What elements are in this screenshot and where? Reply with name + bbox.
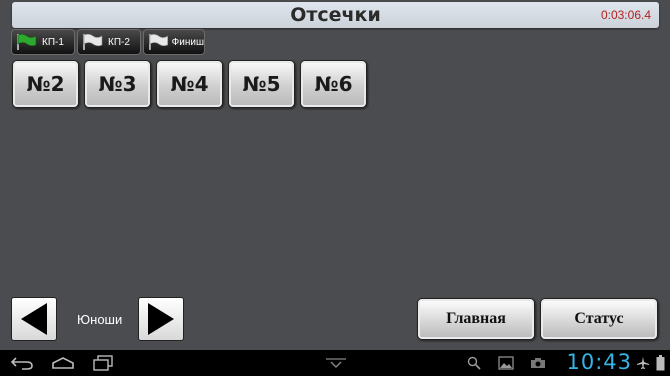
checkpoint-tab-kp2[interactable]: КП-2 xyxy=(77,29,141,55)
participant-button-6[interactable]: №6 xyxy=(300,60,367,108)
next-group-button[interactable] xyxy=(138,297,184,341)
gallery-icon xyxy=(498,356,514,370)
participant-button-4[interactable]: №4 xyxy=(156,60,223,108)
checkpoint-tab-label: КП-1 xyxy=(42,36,64,48)
checkpoint-tab-kp1[interactable]: КП-1 xyxy=(11,29,75,55)
green-flag-icon xyxy=(17,33,37,50)
search-icon[interactable] xyxy=(467,356,481,370)
white-flag-icon xyxy=(149,34,168,50)
checkpoint-tab-label: Финиш xyxy=(171,36,204,48)
airplane-mode-icon xyxy=(637,357,649,369)
status-button[interactable]: Статус xyxy=(540,298,658,340)
elapsed-timer: 0:03:06.4 xyxy=(600,8,651,22)
participant-button-2[interactable]: №2 xyxy=(12,60,79,108)
arrow-right-icon xyxy=(148,303,174,335)
arrow-left-icon xyxy=(21,303,47,335)
checkpoint-tab-label: КП-2 xyxy=(108,36,130,48)
chevron-down-icon[interactable] xyxy=(325,358,347,368)
title-bar: Отсечки 0:03:06.4 xyxy=(12,2,659,28)
group-label: Юноши xyxy=(77,312,123,327)
camera-icon xyxy=(531,358,545,368)
white-flag-icon xyxy=(83,33,103,50)
checkpoint-tab-finish[interactable]: Финиш xyxy=(143,29,205,55)
back-icon[interactable] xyxy=(10,356,34,370)
system-navigation-bar: 10:43 xyxy=(0,350,670,376)
main-button[interactable]: Главная xyxy=(417,298,535,340)
status-clock: 10:43 xyxy=(566,350,632,374)
battery-icon xyxy=(656,355,665,371)
participant-button-5[interactable]: №5 xyxy=(228,60,295,108)
home-icon[interactable] xyxy=(51,357,75,369)
page-title: Отсечки xyxy=(290,4,381,26)
prev-group-button[interactable] xyxy=(11,297,57,341)
recent-apps-icon[interactable] xyxy=(93,355,113,371)
participant-button-3[interactable]: №3 xyxy=(84,60,151,108)
